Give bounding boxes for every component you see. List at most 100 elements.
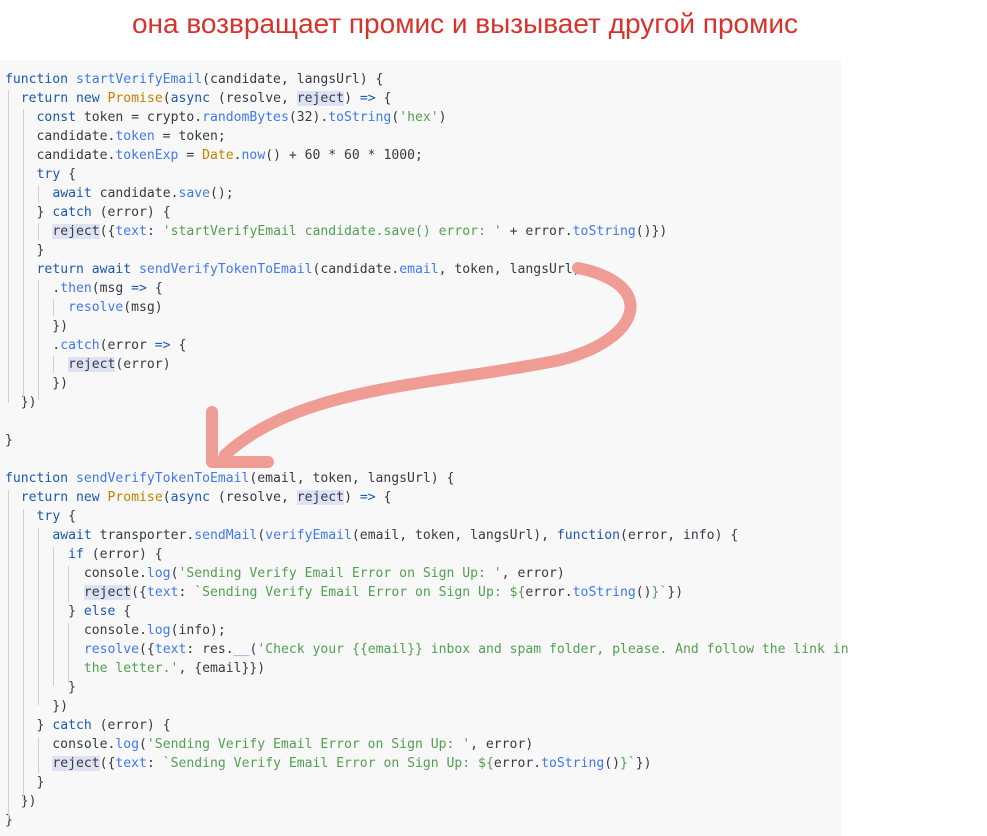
code-token: (error) { xyxy=(91,547,163,562)
indent-guide xyxy=(53,356,54,373)
code-token: (email, token, langsUrl) { xyxy=(249,471,455,486)
code-token: toString xyxy=(328,110,392,125)
code-token: ) xyxy=(438,110,447,125)
code-token: { xyxy=(146,281,163,296)
code-token: the letter.' xyxy=(83,661,179,676)
code-token: new xyxy=(75,490,108,505)
code-line: return await sendVerifyTokenToEmail(cand… xyxy=(5,260,581,279)
code-line: } xyxy=(5,773,45,792)
indent-guide xyxy=(68,623,69,683)
code-token: (msg) xyxy=(123,300,163,315)
code-line: await transporter.sendMail(verifyEmail(e… xyxy=(5,526,738,545)
indent-guide xyxy=(8,90,9,403)
code-token: ( xyxy=(162,490,171,505)
code-token: startVerifyEmail xyxy=(75,72,203,87)
code-token: ({ xyxy=(139,642,155,657)
code-line: }) xyxy=(5,317,68,336)
code-token: reject xyxy=(83,585,132,600)
code-token: sendVerifyTokenToEmail xyxy=(139,262,313,277)
code-token: => xyxy=(359,490,376,505)
code-token: Date xyxy=(202,148,234,163)
code-token: ) xyxy=(344,91,360,106)
code-token: console. xyxy=(5,737,116,752)
code-line: the letter.', {email}}) xyxy=(5,659,265,678)
code-token: () xyxy=(604,756,620,771)
code-token: (resolve, xyxy=(217,490,297,505)
code-token: try xyxy=(36,509,61,524)
code-token: : xyxy=(146,756,163,771)
code-token: candidate. xyxy=(5,148,116,163)
code-token: (candidate, langsUrl) { xyxy=(202,72,384,87)
code-token: (32). xyxy=(288,110,329,125)
code-token: : xyxy=(146,224,163,239)
code-token: } xyxy=(5,775,45,790)
code-token: await xyxy=(91,262,140,277)
indent-guide xyxy=(68,566,69,602)
code-token: () + 60 * 60 * 1000; xyxy=(265,148,423,163)
code-line: }) xyxy=(5,792,37,811)
code-token: . xyxy=(5,281,61,296)
code-token: try xyxy=(36,167,61,182)
code-token: }` xyxy=(651,585,668,600)
code-token: 'Check your {{email}} inbox and spam fol… xyxy=(257,642,849,657)
code-line: reject({text: 'startVerifyEmail candidat… xyxy=(5,222,667,241)
code-line: } catch (error) { xyxy=(5,716,171,735)
code-token: token = crypto. xyxy=(83,110,203,125)
code-token: . xyxy=(233,148,242,163)
code-line: const token = crypto.randomBytes(32).toS… xyxy=(5,108,447,127)
indent-guide xyxy=(38,737,39,773)
code-token: { xyxy=(375,91,392,106)
code-token: ( xyxy=(162,91,171,106)
code-token: candidate. xyxy=(99,186,179,201)
code-token: }) xyxy=(5,794,37,809)
code-token: await xyxy=(52,528,100,543)
code-line: return new Promise(async (resolve, rejec… xyxy=(5,488,391,507)
code-token: text xyxy=(146,585,179,600)
code-token: { xyxy=(170,338,187,353)
code-token: reject xyxy=(68,357,116,372)
code-token: toString xyxy=(541,756,605,771)
code-token: toString xyxy=(572,224,636,239)
code-token: 'Sending Verify Email Error on Sign Up: … xyxy=(146,737,471,752)
code-line: resolve({text: res.__('Check your {{emai… xyxy=(5,640,849,659)
code-token: const xyxy=(36,110,84,125)
code-token: (error xyxy=(99,338,155,353)
code-line: } xyxy=(5,431,13,450)
code-token: (resolve, xyxy=(217,91,297,106)
code-token: toString xyxy=(572,585,636,600)
code-line: } catch (error) { xyxy=(5,203,171,222)
code-token: resolve xyxy=(68,300,124,315)
code-line: }) xyxy=(5,697,68,716)
code-line: console.log('Sending Verify Email Error … xyxy=(5,564,565,583)
indent-guide xyxy=(38,223,39,240)
code-token: return xyxy=(36,262,92,277)
code-token: } xyxy=(5,680,76,695)
code-token: : res. xyxy=(186,642,234,657)
code-token: 'Sending Verify Email Error on Sign Up: … xyxy=(178,566,502,581)
code-token: + error. xyxy=(501,224,573,239)
code-token: }) xyxy=(667,585,684,600)
code-token: log xyxy=(115,737,140,752)
code-token: function xyxy=(5,72,76,87)
code-token: text xyxy=(115,756,147,771)
code-line: reject({text: `Sending Verify Email Erro… xyxy=(5,583,683,602)
code-token: }) xyxy=(5,376,69,391)
code-token: resolve xyxy=(83,642,140,657)
code-token: { xyxy=(375,490,392,505)
code-token: }) xyxy=(635,756,652,771)
code-token: ()}) xyxy=(635,224,668,239)
code-line: }) xyxy=(5,374,68,393)
code-token: else xyxy=(83,604,124,619)
indent-guide xyxy=(23,109,24,400)
code-token: `Sending Verify Email Error on Sign Up: … xyxy=(162,756,494,771)
code-token: (info); xyxy=(170,623,226,638)
code-token: }` xyxy=(620,756,636,771)
code-line: function sendVerifyTokenToEmail(email, t… xyxy=(5,469,454,488)
code-token: = xyxy=(178,148,203,163)
code-token: error. xyxy=(493,756,542,771)
